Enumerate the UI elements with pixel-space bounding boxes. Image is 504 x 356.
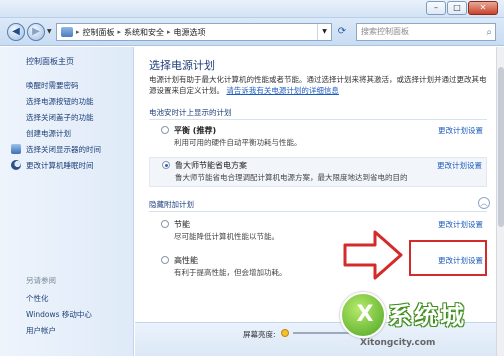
watermark-text: 系统城 — [388, 302, 466, 330]
control-panel-icon — [61, 27, 73, 37]
plan-ludashi[interactable]: 鲁大师节能省电方案 鲁大师节能省电合理调配计算机电源方案，最大限度地达到省电的目… — [149, 157, 487, 187]
plan-high-performance-radio[interactable] — [161, 256, 169, 264]
sidebar-item-lid-close[interactable]: 选择关闭盖子的功能 — [26, 112, 94, 123]
brightness-label: 屏幕亮度: — [243, 330, 276, 339]
watermark-x-mark: X — [356, 302, 374, 327]
maximize-button[interactable]: □ — [447, 1, 467, 15]
sidebar-item-sleep-time[interactable]: 更改计算机睡眠时间 — [26, 160, 94, 171]
plan-ludashi-desc: 鲁大师节能省电合理调配计算机电源方案，最大限度地达到省电的目的 — [175, 173, 408, 182]
plan-balanced-name: 平衡 (推荐) — [174, 126, 217, 135]
plan-ludashi-radio[interactable] — [162, 161, 170, 169]
window-controls: – □ ✕ — [426, 1, 498, 15]
watermark-circle-icon: X — [340, 292, 386, 338]
search-input[interactable]: 搜索控制面板 ⌕ — [356, 23, 496, 41]
breadcrumb-control-panel[interactable]: 控制面板 — [83, 27, 115, 38]
minimize-button[interactable]: – — [426, 1, 446, 15]
see-also-personalization[interactable]: 个性化 — [26, 293, 49, 304]
breadcrumb-power-options[interactable]: 电源选项 — [174, 27, 206, 38]
plan-balanced-desc: 利用可用的硬件自动平衡功耗与性能。 — [174, 138, 302, 147]
plan-high-performance-desc: 有利于提高性能，但会增加功耗。 — [174, 268, 287, 277]
moon-icon — [11, 160, 21, 170]
sidebar-item-power-button[interactable]: 选择电源按钮的功能 — [26, 96, 94, 107]
hidden-plans-heading[interactable]: 隐藏附加计划 — [149, 199, 194, 210]
close-button[interactable]: ✕ — [468, 1, 498, 15]
title-bar: – □ ✕ — [0, 0, 504, 18]
plan-ludashi-change-link[interactable]: 更改计划设置 — [437, 160, 482, 171]
plan-power-saver-radio[interactable] — [161, 220, 169, 228]
plan-balanced-radio[interactable] — [161, 126, 169, 134]
scrollbar-thumb[interactable] — [498, 67, 504, 227]
back-button[interactable]: ◀ — [7, 23, 25, 41]
section-divider — [149, 211, 487, 212]
page-title: 选择电源计划 — [149, 59, 215, 72]
see-also-mobility-center[interactable]: Windows 移动中心 — [26, 309, 92, 320]
plan-ludashi-name: 鲁大师节能省电方案 — [175, 161, 247, 170]
breadcrumb-separator: ▸ — [76, 28, 80, 36]
refresh-icon[interactable]: ⟳ — [334, 24, 350, 40]
annotation-arrow-icon — [343, 230, 403, 280]
site-watermark-logo: X 系统城 Xitongcity.com — [336, 290, 498, 352]
plan-power-saver-name: 节能 — [174, 220, 190, 229]
plan-power-saver-change-link[interactable]: 更改计划设置 — [438, 219, 483, 230]
page-description: 电源计划有助于最大化计算机的性能或者节能。通过选择计划来将其激活，或选择计划并通… — [149, 74, 487, 96]
battery-meter-section-heading: 电池安时计上显示的计划 — [149, 108, 232, 117]
address-bar[interactable]: ▸ 控制面板 ▸ 系统和安全 ▸ 电源选项 ▼ — [56, 23, 332, 41]
forward-button[interactable]: ▶ — [27, 23, 45, 41]
plan-power-saver-desc: 尽可能降低计算机性能以节能。 — [174, 232, 279, 241]
search-icon[interactable]: ⌕ — [486, 25, 492, 41]
section-divider — [149, 119, 487, 120]
see-also-heading: 另请参阅 — [26, 276, 56, 285]
navigation-bar: ◀ ▶ ▼ ▸ 控制面板 ▸ 系统和安全 ▸ 电源选项 ▼ ⟳ 搜索控制面板 ⌕ — [0, 18, 504, 46]
recent-pages-dropdown[interactable]: ▼ — [47, 28, 52, 35]
plan-balanced-change-link[interactable]: 更改计划设置 — [438, 125, 483, 136]
brightness-sun-icon — [281, 329, 289, 337]
collapse-hidden-plans-icon[interactable]: ︿ — [478, 197, 490, 209]
plan-balanced[interactable]: 平衡 (推荐) 利用可用的硬件自动平衡功耗与性能。 更改计划设置 — [149, 123, 487, 153]
see-also-user-accounts[interactable]: 用户帐户 — [26, 325, 56, 336]
plan-high-performance-name: 高性能 — [174, 256, 198, 265]
watermark-url: Xitongcity.com — [360, 338, 436, 348]
sidebar-home-link[interactable]: 控制面板主页 — [26, 56, 74, 67]
monitor-icon — [11, 144, 21, 154]
breadcrumb-separator: ▸ — [117, 28, 122, 36]
sidebar: 控制面板主页 唤醒时需要密码 选择电源按钮的功能 选择关闭盖子的功能 创建电源计… — [0, 47, 134, 356]
search-placeholder: 搜索控制面板 — [361, 27, 409, 36]
annotation-highlight-box — [409, 240, 487, 276]
sidebar-item-require-password[interactable]: 唤醒时需要密码 — [26, 80, 79, 91]
address-dropdown-icon[interactable]: ▼ — [317, 24, 331, 40]
breadcrumb-system-security[interactable]: 系统和安全 — [124, 27, 164, 38]
sidebar-item-display-off[interactable]: 选择关闭显示器的时间 — [26, 144, 101, 155]
sidebar-item-create-plan[interactable]: 创建电源计划 — [26, 128, 71, 139]
power-plans-help-link[interactable]: 请告诉我有关电源计划的详细信息 — [226, 86, 339, 95]
breadcrumb-separator: ▸ — [167, 28, 171, 36]
